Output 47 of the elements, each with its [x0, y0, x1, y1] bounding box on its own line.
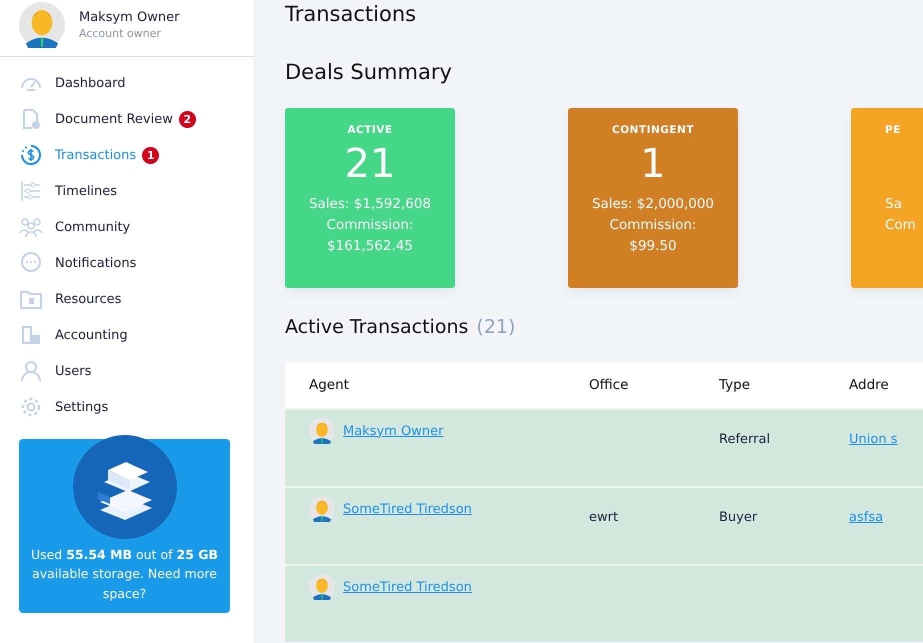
- settings-icon: [19, 395, 43, 419]
- avatar-icon: [309, 418, 335, 444]
- sales-text: Sa: [885, 195, 902, 214]
- nav-item[interactable]: Timelines: [0, 173, 254, 209]
- column-header: Addre: [825, 362, 923, 409]
- avatar-icon: [309, 496, 335, 522]
- type-text: Buyer: [719, 510, 758, 525]
- people-icon: [19, 215, 43, 239]
- count-badge: 1: [142, 146, 160, 164]
- transaction-count: (21): [476, 316, 516, 338]
- dollar-circle-icon: [19, 143, 43, 167]
- calculator-icon: [19, 323, 43, 347]
- nav-item[interactable]: Users: [0, 353, 254, 389]
- column-header: Type: [695, 362, 825, 409]
- user-role: Account owner: [79, 27, 162, 40]
- nav-item[interactable]: Settings: [0, 389, 254, 425]
- sliders-icon: [19, 179, 43, 203]
- section-title: Deals Summary: [285, 60, 453, 84]
- office-text: ewrt: [589, 510, 618, 525]
- user-icon: [19, 359, 43, 383]
- count-badge: 2: [178, 110, 196, 128]
- column-header: Office: [565, 362, 695, 409]
- storage-text: Used 55.54 MB out of 25 GB available storage. Need more space?: [30, 546, 220, 603]
- sales-text: Sales: $2,000,000: [592, 195, 714, 214]
- deal-count: 21: [344, 140, 396, 188]
- nav-item[interactable]: Notifications: [0, 245, 254, 281]
- commission-text: Commission: $161,562.45: [326, 216, 414, 256]
- user-name: Maksym Owner: [79, 10, 180, 25]
- nav-item[interactable]: Document Review 2: [0, 101, 254, 137]
- section-title: Active Transactions: [285, 316, 468, 338]
- nav-item[interactable]: Dashboard: [0, 65, 254, 101]
- deal-count: 1: [640, 140, 666, 188]
- page-title: Transactions: [285, 1, 418, 26]
- nav-item[interactable]: Accounting: [0, 317, 254, 353]
- card-label: PE: [885, 124, 901, 136]
- nav-item[interactable]: Community: [0, 209, 254, 245]
- nav-item[interactable]: Resources: [0, 281, 254, 317]
- type-text: Referral: [719, 432, 770, 447]
- sales-text: Sales: $1,592,608: [308, 195, 432, 214]
- card-label: ACTIVE: [347, 124, 393, 136]
- avatar-icon: [309, 574, 335, 600]
- column-header: Agent: [285, 362, 565, 409]
- chat-bubble-icon: [19, 251, 43, 275]
- commission-text: Com: [885, 216, 916, 235]
- card-label: CONTINGENT: [612, 124, 694, 136]
- commission-text: Commission: $99.50: [608, 216, 698, 256]
- nav-item[interactable]: Transactions 1: [0, 137, 254, 173]
